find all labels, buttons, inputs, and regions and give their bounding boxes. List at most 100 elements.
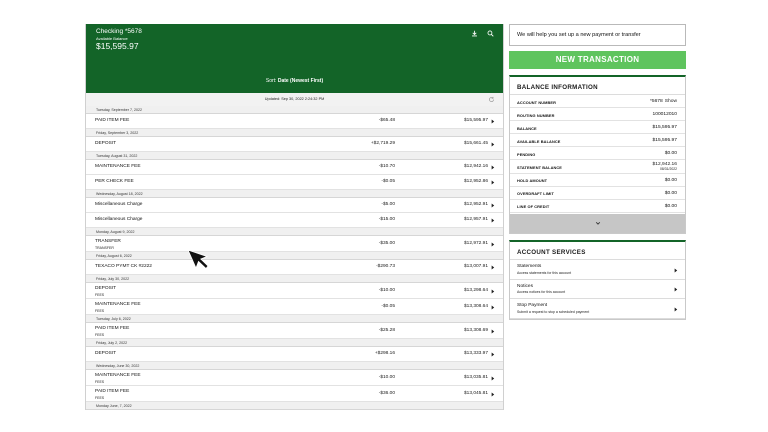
transaction-description: Miscellaneous Charge [95,217,143,222]
service-title: Statements [517,264,542,269]
sort-prefix: Sort: [265,78,277,84]
date-header: Friday, August 6, 2022 [86,252,503,260]
running-balance: $12,942.16 [463,164,488,169]
transaction-amount: -$0.05 [381,179,395,184]
balance-row: OVERDRAFT LIMIT $0.00 [510,187,685,200]
running-balance: $12,952.86 [463,179,488,184]
chevron-right-icon [674,307,678,312]
running-balance: $12,957.91 [463,217,488,222]
chevron-right-icon [491,165,495,170]
balance-label: ROUTING NUMBER [517,112,555,118]
service-title: Notices [517,283,533,289]
balance-row: AVAILABLE BALANCE $15,595.97 [510,134,685,147]
transaction-row[interactable]: MAINTENANCE FEE FEES -$10.00 $13,035.81 [86,370,503,386]
masked-account-number: *5678 [649,99,663,104]
transaction-amount: -$65.48 [378,118,395,123]
service-description: Access notices for this account [517,290,566,294]
transaction-row[interactable]: Miscellaneous Charge -$15.00 $12,957.91 [86,213,503,228]
transaction-row[interactable]: PER CHECK FEE -$0.05 $12,952.86 [86,175,503,190]
transaction-description: Miscellaneous Charge [95,202,143,207]
balance-label: ACCOUNT NUMBER [517,99,557,105]
transaction-row[interactable]: PAID ITEM FEE FEES -$36.00 $13,045.81 [86,386,503,402]
balance-row: LINE OF CREDIT $0.00 [510,200,685,213]
transaction-row[interactable]: PAID ITEM FEE -$65.48 $15,595.97 [86,114,503,129]
transactions-panel: Checking *5678 Available Balance $15,595… [85,24,504,410]
transaction-row[interactable]: TRANSFER TRANSFER -$35.00 $12,972.91 [86,236,503,252]
chevron-right-icon [491,329,495,334]
show-account-number-link[interactable]: Show [665,99,677,104]
balance-row: ACCOUNT NUMBER *5678 Show [510,95,685,108]
transaction-description: TEXACO PYMT CK #2222 [95,264,152,269]
transaction-row[interactable]: DEPOSIT +$298.16 $13,333.97 [86,347,503,362]
balance-value: 100012010 [652,112,677,117]
transaction-amount: -$10.70 [378,164,395,169]
transaction-category: FEES [95,396,105,400]
balance-information-title: BALANCE INFORMATION [510,77,685,95]
mouse-cursor-icon [187,249,209,270]
transaction-amount: -$5.00 [381,202,395,207]
transaction-row[interactable]: TEXACO PYMT CK #2222 -$290.73 $13,007.91 [86,260,503,275]
transaction-amount: -$10.00 [378,288,395,293]
transaction-row[interactable]: MAINTENANCE FEE -$10.70 $12,942.16 [86,160,503,175]
service-item[interactable]: Statements Access statements for this acc… [510,260,685,280]
chevron-right-icon [491,352,495,357]
chevron-right-icon [491,305,495,310]
refresh-icon[interactable] [488,96,495,103]
service-item[interactable]: Stop Payment Submit a request to stop a s… [510,299,685,319]
chevron-right-icon [674,268,678,273]
chevron-down-icon [595,222,601,225]
chevron-right-icon [491,392,495,397]
balance-label: AVAILABLE BALANCE [517,138,561,144]
transaction-description: TRANSFER [95,239,121,244]
new-transaction-button[interactable]: NEW TRANSACTION [509,51,686,69]
transaction-amount: -$25.28 [378,328,395,333]
chevron-right-icon [491,265,495,270]
expand-balance-button[interactable] [510,214,685,233]
service-item[interactable]: Notices Access notices for this account [510,280,685,299]
transaction-row[interactable]: PAID ITEM FEE FEES -$25.28 $13,308.69 [86,323,503,339]
chevron-right-icon [674,287,678,292]
transaction-row[interactable]: DEPOSIT +$2,719.29 $15,661.45 [86,137,503,152]
chevron-right-icon [491,142,495,147]
transaction-row[interactable]: DEPOSIT FEES -$10.00 $13,298.64 [86,283,503,299]
transaction-amount: -$15.00 [378,217,395,222]
transaction-row[interactable]: MAINTENANCE FEE FEES -$0.05 $13,308.64 [86,299,503,315]
chevron-right-icon [491,242,495,247]
sort-selector[interactable]: Sort: Date (Newest First) [86,68,503,93]
download-icon[interactable] [471,30,478,37]
help-message: We will help you set up a new payment or… [509,24,686,46]
account-name: Checking *5678 [96,28,142,35]
updated-timestamp: Updated: Sep 30, 2022 2:24:32 PM [264,97,325,101]
running-balance: $13,298.64 [463,288,488,293]
balance-label: PENDING [517,151,536,157]
date-header: Tuesday, July 6, 2022 [86,315,503,323]
transaction-description: PAID ITEM FEE [95,118,130,123]
transaction-amount: -$35.00 [378,241,395,246]
transaction-description: PAID ITEM FEE [95,389,130,394]
running-balance: $13,007.91 [463,264,488,269]
balance-label: BALANCE [517,125,537,131]
chevron-right-icon [491,376,495,381]
account-services-card: ACCOUNT SERVICES Statements Access statem… [509,240,686,320]
transaction-row[interactable]: Miscellaneous Charge -$5.00 $12,952.91 [86,198,503,213]
transaction-category: FEES [95,380,105,384]
running-balance: $15,595.97 [463,118,488,123]
running-balance: $15,661.45 [463,141,488,146]
balance-value: $0.00 [664,190,677,196]
sort-value: Date (Newest First) [277,78,324,84]
date-header: Friday, July 30, 2022 [86,275,503,283]
updated-bar: Updated: Sep 30, 2022 2:24:32 PM [86,93,503,106]
balance-value: $15,595.97 [652,138,677,143]
transaction-amount: -$0.05 [381,304,395,309]
transaction-amount: +$2,719.29 [370,141,395,146]
balance-label: HOLD AMOUNT [517,178,548,183]
date-header: Wednesday, August 18, 2022 [86,190,503,198]
running-balance: $13,333.97 [463,351,488,356]
balance-value: $0.00 [664,151,677,156]
transaction-amount: -$290.73 [376,264,395,269]
balance-value: $15,595.97 [652,125,677,130]
balance-label: STATEMENT BALANCE [517,164,562,170]
balance-row: HOLD AMOUNT $0.00 [510,174,685,187]
chevron-right-icon [491,203,495,208]
search-icon[interactable] [487,30,494,37]
